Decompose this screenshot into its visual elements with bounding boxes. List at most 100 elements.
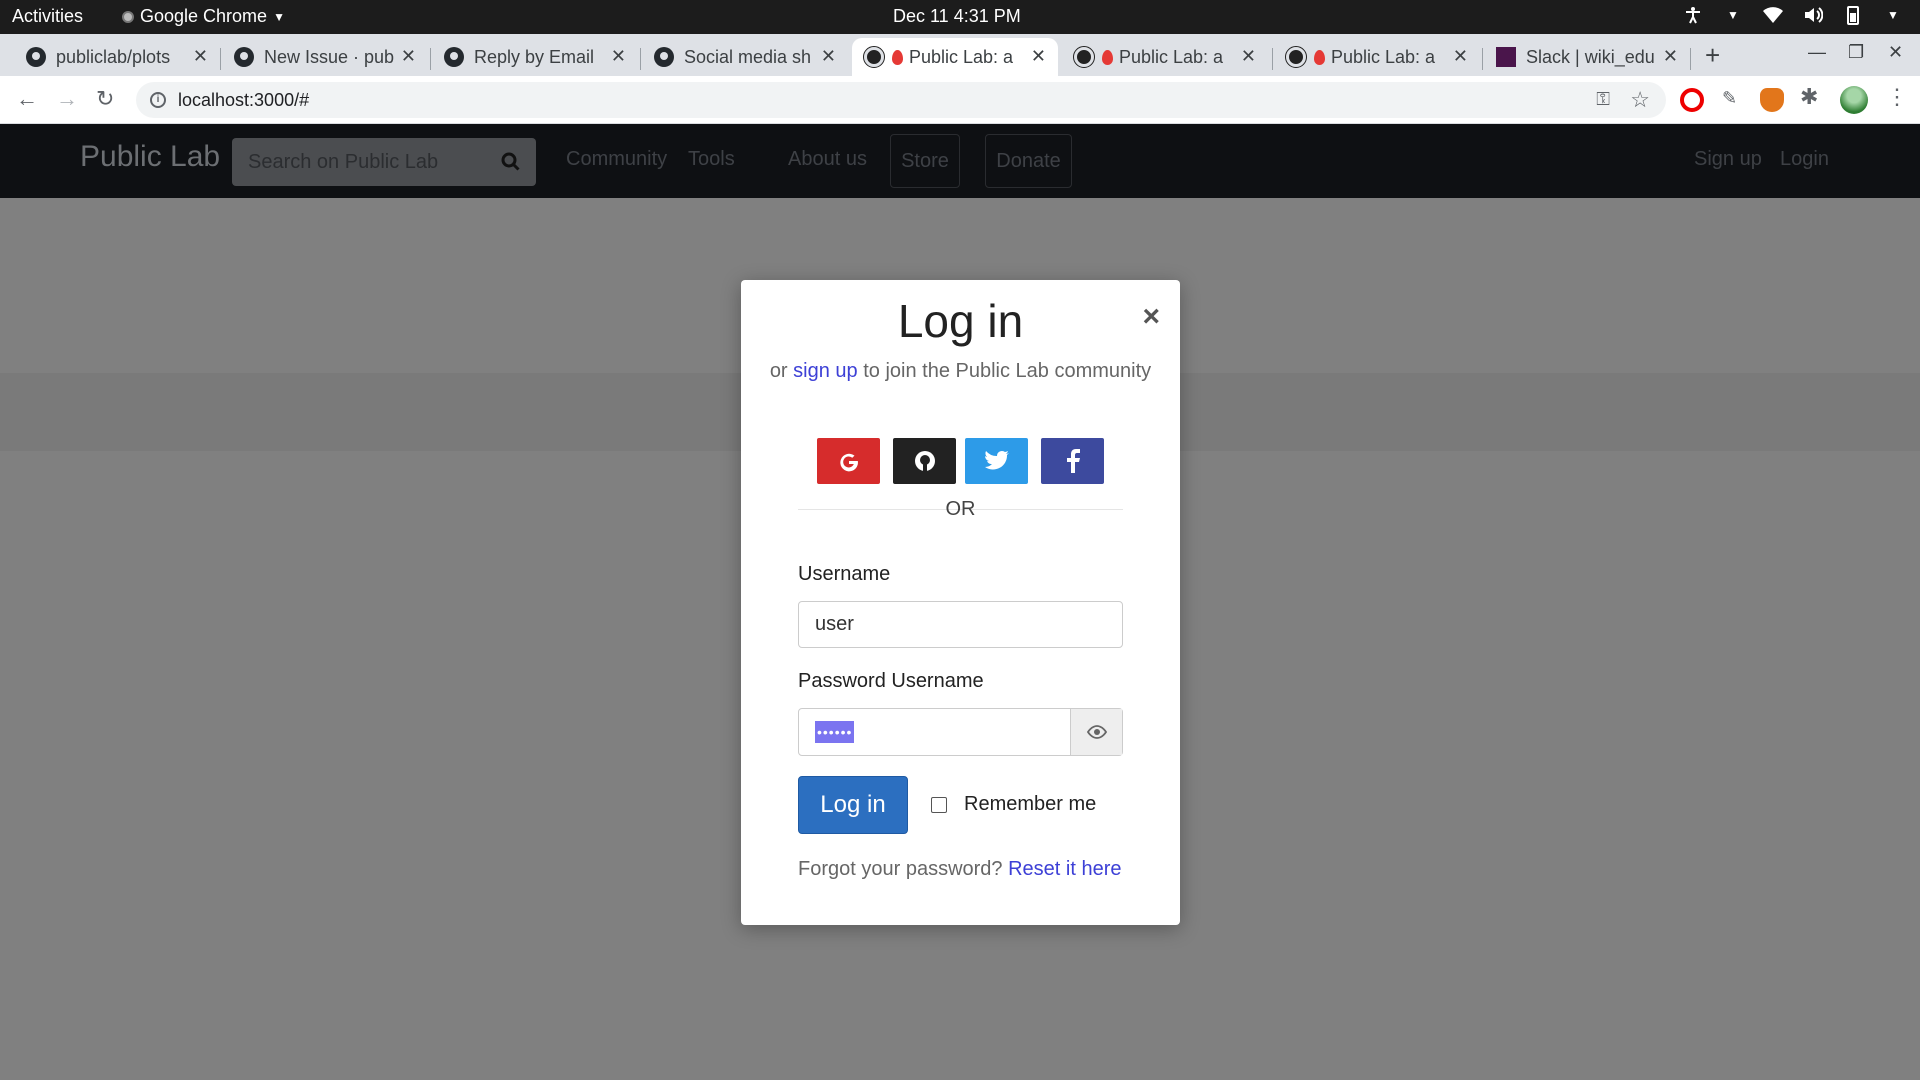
- github-icon: [444, 47, 464, 67]
- subtitle-suffix: to join the Public Lab community: [863, 360, 1152, 382]
- close-icon[interactable]: ✕: [1241, 46, 1256, 67]
- publiclab-icon: [863, 46, 885, 68]
- url-text[interactable]: localhost:3000/#: [178, 90, 309, 111]
- password-value: ••••••: [815, 721, 855, 743]
- browser-tab[interactable]: Public Lab: a ✕: [1062, 38, 1268, 76]
- clock[interactable]: Dec 11 4:31 PM: [893, 6, 1021, 27]
- or-separator: OR: [945, 498, 976, 520]
- password-field[interactable]: ••••••: [798, 708, 1123, 756]
- balloon-icon: [1102, 49, 1113, 65]
- browser-tab[interactable]: New Issue · pub ✕: [222, 38, 428, 76]
- opera-extension-icon[interactable]: [1680, 88, 1704, 112]
- back-icon[interactable]: ←: [16, 86, 38, 112]
- balloon-icon: [1314, 49, 1325, 65]
- slack-icon: [1496, 47, 1516, 67]
- tab-separator: [1272, 48, 1273, 70]
- close-icon[interactable]: ✕: [611, 46, 626, 67]
- search-icon: [501, 152, 520, 171]
- system-top-bar: Activities Google Chrome ▼ Dec 11 4:31 P…: [0, 0, 1920, 34]
- username-field[interactable]: [798, 601, 1123, 648]
- app-menu-label: Google Chrome: [140, 6, 268, 26]
- app-menu[interactable]: Google Chrome ▼: [122, 6, 285, 27]
- profile-avatar[interactable]: [1840, 86, 1868, 114]
- login-button[interactable]: Log in: [798, 776, 908, 834]
- new-tab-button[interactable]: +: [1705, 40, 1720, 71]
- pen-extension-icon[interactable]: ✎: [1722, 88, 1746, 112]
- nav-login[interactable]: Login: [1780, 148, 1829, 171]
- close-icon[interactable]: ✕: [821, 46, 836, 67]
- browser-tab[interactable]: publiclab/plots ✕: [14, 38, 220, 76]
- close-icon[interactable]: ✕: [193, 46, 208, 67]
- publiclab-icon: [1073, 46, 1095, 68]
- activities-button[interactable]: Activities: [12, 6, 83, 27]
- address-bar[interactable]: i localhost:3000/# ⚿ ☆: [136, 82, 1666, 118]
- remember-me-checkbox[interactable]: [931, 797, 947, 813]
- subtitle-prefix: or: [769, 360, 788, 382]
- tab-title: Social media sh: [684, 46, 812, 67]
- show-password-button[interactable]: [1070, 709, 1122, 755]
- username-label: Username: [798, 563, 891, 585]
- battery-icon[interactable]: [1842, 4, 1864, 26]
- google-icon: [839, 453, 858, 472]
- github-login-button[interactable]: [893, 438, 956, 484]
- nav-signup[interactable]: Sign up: [1694, 148, 1762, 171]
- browser-tab[interactable]: Reply by Email ✕: [432, 38, 638, 76]
- search-button[interactable]: [486, 138, 536, 186]
- reload-icon[interactable]: ↻: [96, 86, 114, 112]
- star-icon[interactable]: ☆: [1630, 87, 1650, 113]
- accessibility-icon[interactable]: [1682, 4, 1704, 26]
- close-icon[interactable]: ✕: [401, 46, 416, 67]
- browser-tab-active[interactable]: Public Lab: a ✕: [852, 38, 1058, 76]
- balloon-icon: [892, 49, 903, 65]
- tab-title: Slack | wiki_edu: [1526, 46, 1655, 67]
- tab-separator: [430, 48, 431, 70]
- wifi-icon[interactable]: [1762, 4, 1784, 26]
- search-input[interactable]: [232, 138, 486, 186]
- nav-store[interactable]: Store: [890, 134, 960, 188]
- extensions-puzzle-icon[interactable]: ✱: [1800, 84, 1824, 109]
- close-window-icon[interactable]: ✕: [1888, 42, 1903, 63]
- caret-down-icon[interactable]: ▼: [1882, 4, 1904, 26]
- reset-password-link[interactable]: Reset it here: [1008, 858, 1121, 880]
- signup-link[interactable]: sign up: [793, 360, 858, 382]
- caret-down-icon[interactable]: ▼: [1722, 4, 1744, 26]
- nav-donate[interactable]: Donate: [985, 134, 1072, 188]
- github-icon: [234, 47, 254, 67]
- twitter-login-button[interactable]: [965, 438, 1028, 484]
- nav-about[interactable]: About us: [788, 148, 867, 171]
- close-icon[interactable]: ×: [1142, 300, 1160, 334]
- kebab-menu-icon[interactable]: ⋮: [1886, 84, 1910, 109]
- nav-tools[interactable]: Tools: [688, 148, 735, 171]
- volume-icon[interactable]: [1802, 4, 1824, 26]
- tab-title: Public Lab: a: [1331, 46, 1436, 67]
- login-modal: Log in × or sign up to join the Public L…: [741, 280, 1180, 925]
- brand-logo[interactable]: Public Lab: [80, 140, 220, 174]
- publiclab-icon: [1285, 46, 1307, 68]
- close-icon[interactable]: ✕: [1031, 46, 1046, 67]
- password-label: Password Username: [798, 670, 984, 692]
- remember-me-label[interactable]: Remember me: [964, 793, 1096, 816]
- nav-community[interactable]: Community: [566, 148, 667, 171]
- chrome-app-icon: [122, 10, 134, 23]
- browser-tab[interactable]: Public Lab: a ✕: [1274, 38, 1480, 76]
- browser-tab[interactable]: Social media sh ✕: [642, 38, 848, 76]
- browser-tab[interactable]: Slack | wiki_edu ✕: [1484, 38, 1690, 76]
- tab-title: New Issue · pub: [264, 46, 394, 67]
- metamask-fox-icon[interactable]: [1760, 88, 1784, 112]
- forgot-text: Forgot your password?: [798, 858, 1003, 880]
- key-icon[interactable]: ⚿: [1596, 89, 1610, 110]
- forward-icon[interactable]: →: [56, 86, 78, 112]
- minimize-icon[interactable]: —: [1808, 42, 1826, 63]
- tab-separator: [1482, 48, 1483, 70]
- system-tray[interactable]: ▼ ▼: [1682, 4, 1904, 26]
- close-icon[interactable]: ✕: [1663, 46, 1678, 67]
- close-icon[interactable]: ✕: [1453, 46, 1468, 67]
- google-login-button[interactable]: [817, 438, 880, 484]
- facebook-login-button[interactable]: [1041, 438, 1104, 484]
- caret-down-icon: ▼: [273, 9, 285, 24]
- facebook-icon: [1066, 449, 1080, 473]
- browser-toolbar: ← → ↻ i localhost:3000/# ⚿ ☆ ✎ ✱ ⋮: [0, 76, 1920, 124]
- info-icon[interactable]: i: [150, 92, 166, 108]
- tab-separator: [220, 48, 221, 70]
- restore-icon[interactable]: ❐: [1848, 42, 1864, 63]
